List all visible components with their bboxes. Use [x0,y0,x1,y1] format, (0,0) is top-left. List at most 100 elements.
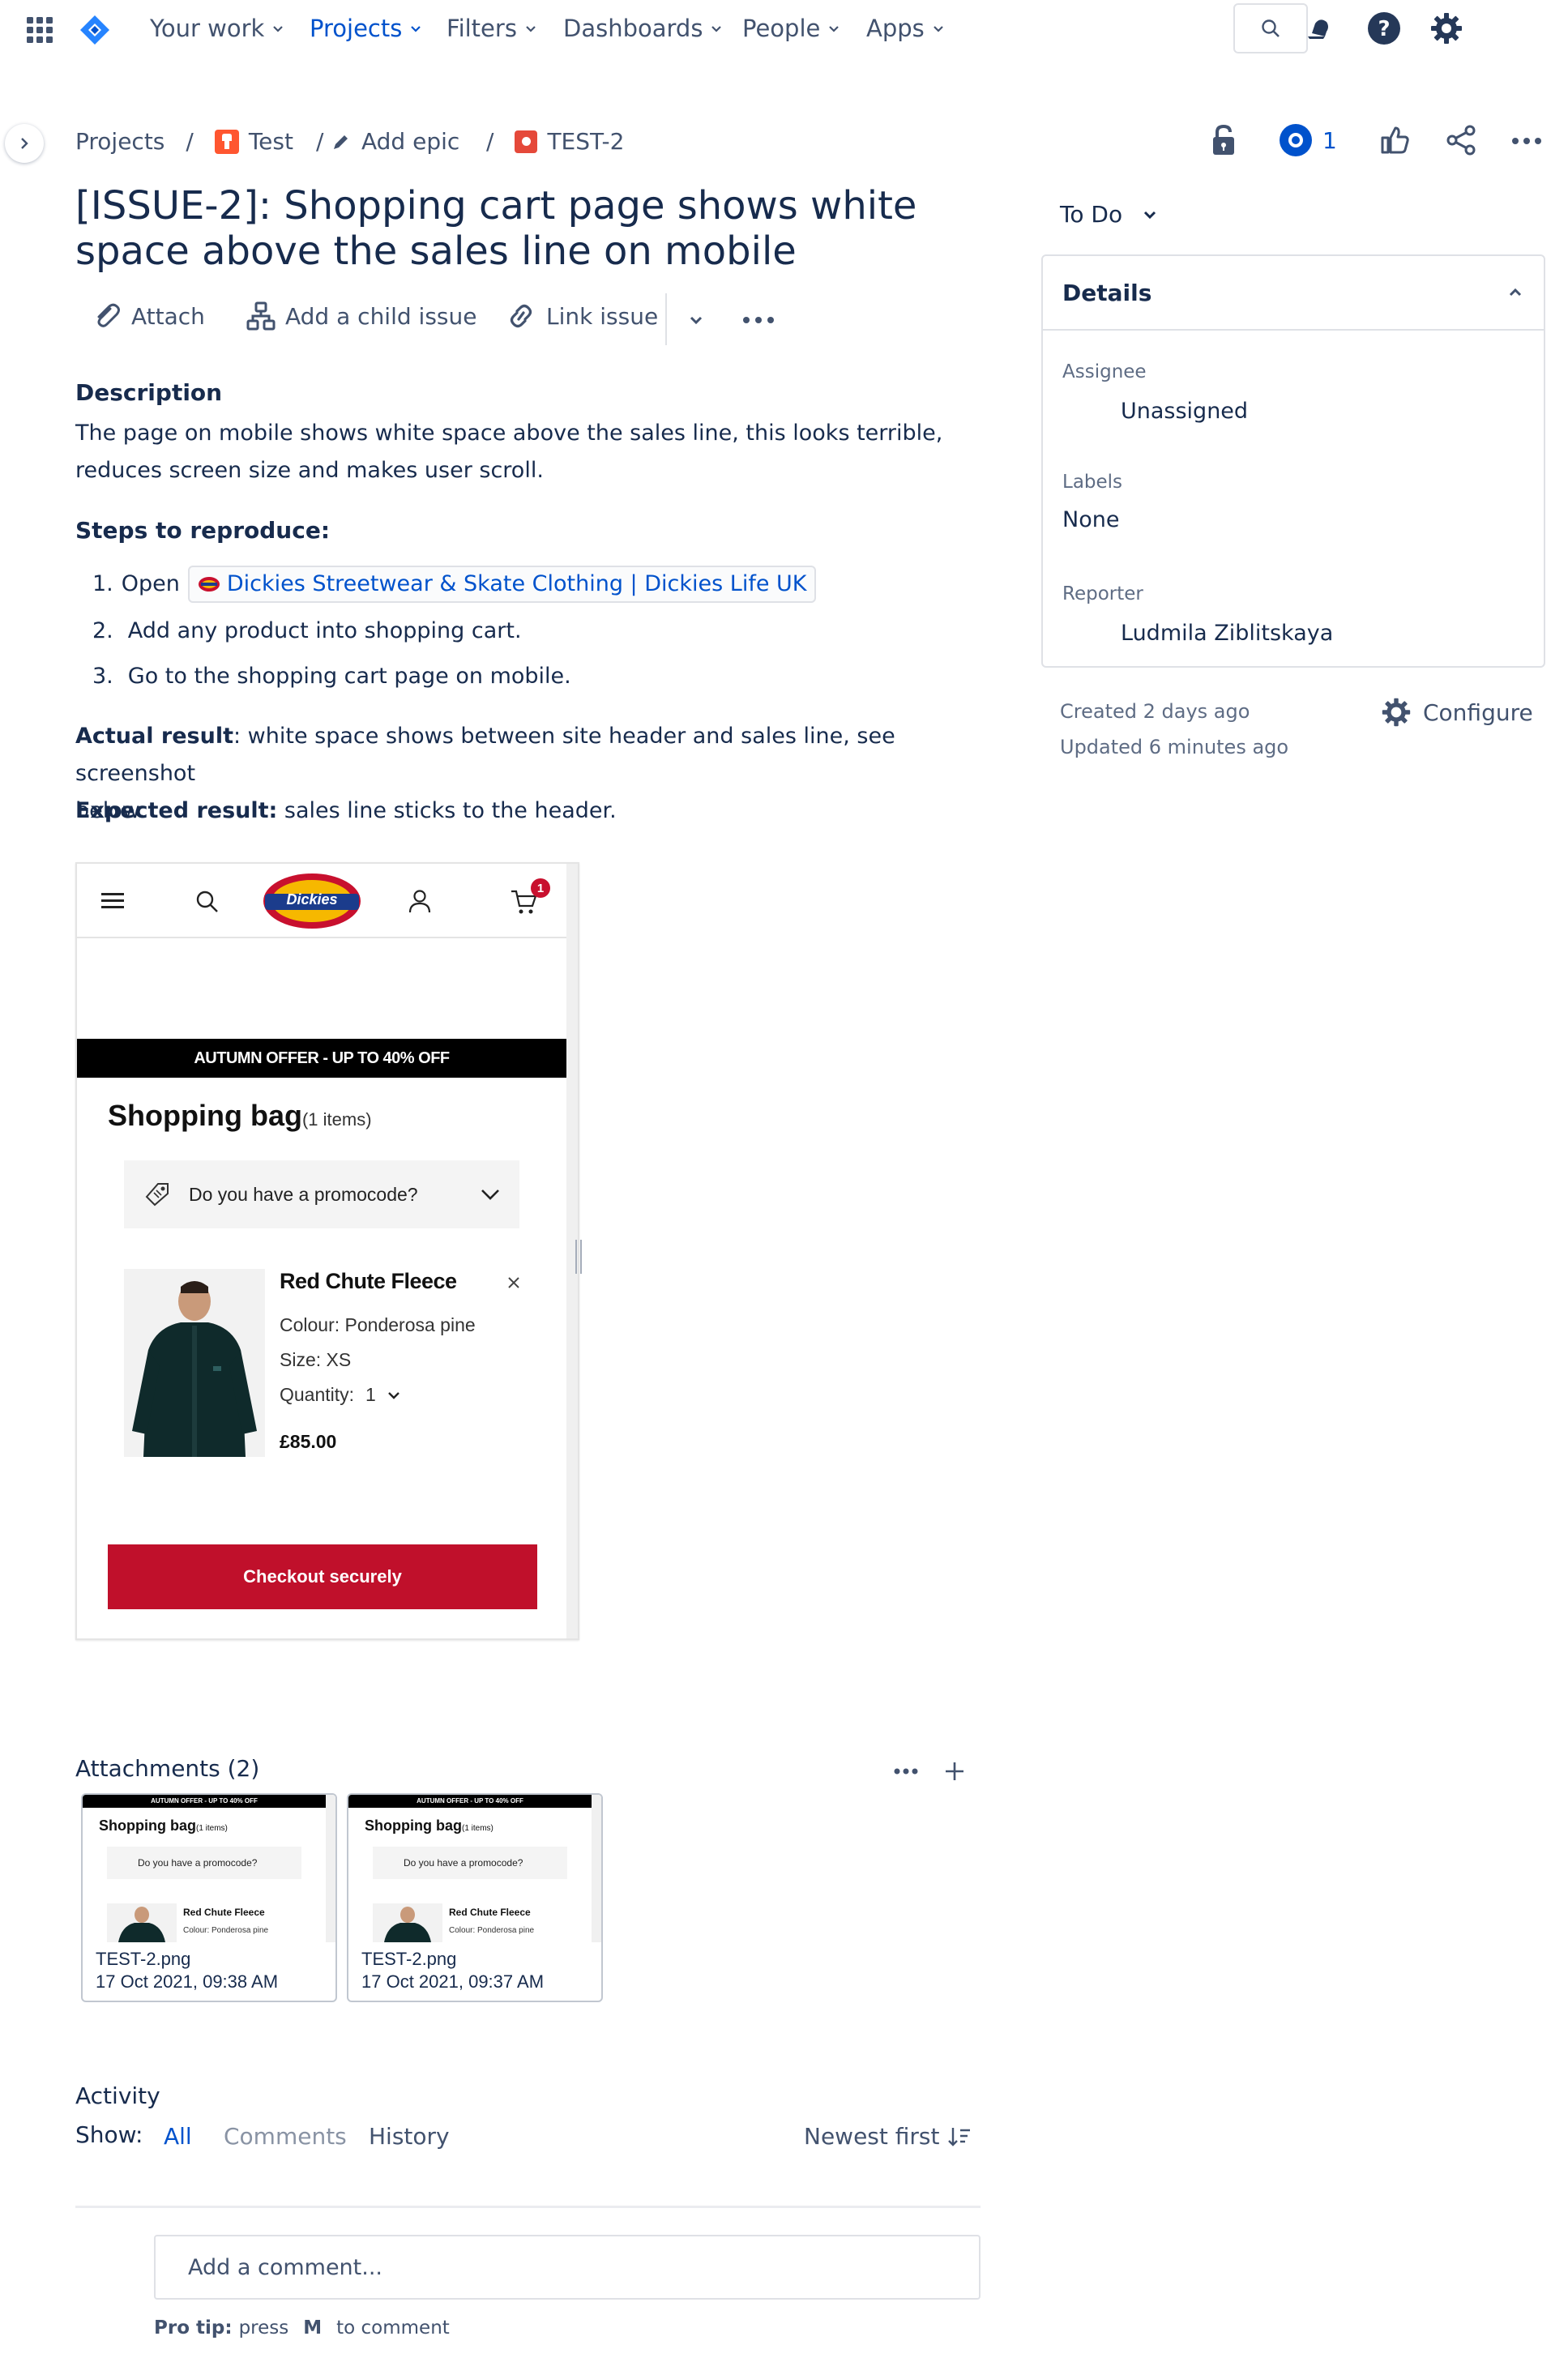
nav-label: Apps [866,15,925,42]
updated-date: Updated 6 minutes ago [1060,736,1289,758]
pro-tip-text: press [238,2317,289,2339]
nav-dashboards[interactable]: Dashboards [563,15,724,42]
breadcrumb-projects[interactable]: Projects [75,128,164,155]
nav-people[interactable]: People [742,15,841,42]
nav-label: People [742,15,821,42]
expected-result: Expected result: sales line sticks to th… [75,792,617,830]
pencil-icon [334,135,348,149]
promocode-text: Do you have a promocode? [189,1183,418,1205]
app-switcher-icon[interactable] [24,15,55,45]
link-issue-label: Link issue [546,302,659,330]
attachment-card[interactable]: AUTUMN OFFER - UP TO 40% OFF Shopping ba… [347,1793,603,2002]
preview-offer: AUTUMN OFFER - UP TO 40% OFF [348,1795,592,1808]
configure-button[interactable]: Configure [1381,697,1533,728]
tab-history[interactable]: History [369,2123,450,2150]
chevron-down-icon [690,316,703,325]
image-resize-handle[interactable] [575,1240,582,1274]
steps-heading: Steps to reproduce: [75,517,331,544]
add-epic-label: Add epic [361,128,460,155]
preview-bag-count: (1 items) [195,1824,228,1833]
preview-promo: Do you have a promocode? [373,1847,567,1879]
status-dropdown[interactable]: To Do [1060,201,1158,228]
attachments-heading: Attachments (2) [75,1755,260,1782]
pro-tip-text: to comment [336,2317,450,2339]
preview-scrollbar [326,1795,335,1942]
breadcrumb-separator: / [186,128,194,155]
account-icon [408,890,431,913]
attach-button[interactable]: Attach [92,301,205,331]
thumbs-up-icon[interactable] [1378,123,1412,157]
jira-logo-icon[interactable] [78,13,112,47]
preview-product-colour: Colour: Ponderosa pine [183,1926,269,1935]
smart-link[interactable]: Dickies Streetwear & Skate Clothing | Di… [187,566,817,603]
attachments-more-icon[interactable] [891,1762,921,1781]
sort-descending-icon [948,2127,971,2146]
breadcrumb-issue[interactable]: / TEST-2 [486,128,624,155]
details-header[interactable]: Details [1043,256,1544,331]
settings-gear-icon[interactable] [1428,10,1465,47]
product-name: Red Chute Fleece [280,1269,457,1293]
preview-scrollbar [592,1795,601,1942]
preview-bag-title-text: Shopping bag [365,1817,462,1834]
expand-sidebar-button[interactable] [5,124,44,163]
pro-tip: Pro tip: press M to comment [154,2317,450,2339]
issue-title[interactable]: [ISSUE-2]: Shopping cart page shows whit… [75,183,967,274]
step-link-text: Dickies Streetwear & Skate Clothing | Di… [226,571,807,596]
step-number: 3. [92,664,113,689]
created-date: Created 2 days ago [1060,700,1250,723]
nav-projects[interactable]: Projects [310,15,423,42]
product-size: Size: XS [280,1349,352,1370]
more-toolbar-icon[interactable] [741,306,776,334]
step-number: 1. [92,571,113,596]
nav-your-work[interactable]: Your work [150,15,285,42]
step-number: 2. [92,618,113,643]
help-icon[interactable]: ? [1365,10,1403,47]
add-child-issue-button[interactable]: Add a child issue [246,301,476,331]
share-icon[interactable] [1444,123,1478,157]
eye-icon [1280,124,1312,156]
bag-heading: Shopping bag (1 items) [108,1099,372,1133]
labels-value[interactable]: None [1062,507,1119,532]
watchers-button[interactable]: 1 [1279,123,1337,157]
add-attachment-icon[interactable] [940,1757,969,1786]
preview-product-name: Red Chute Fleece [449,1907,531,1918]
quantity-label: Quantity: [280,1384,355,1405]
activity-divider [75,2206,981,2208]
chevron-up-icon [1509,288,1522,297]
chevron-down-icon [711,26,722,32]
comment-input[interactable]: Add a comment... [154,2235,981,2300]
tab-all[interactable]: All [164,2123,192,2150]
attach-label: Attach [131,302,205,330]
product-price: £85.00 [280,1431,337,1452]
link-issue-button[interactable]: Link issue [506,301,658,331]
notifications-icon[interactable] [1301,10,1339,47]
status-label: To Do [1060,201,1123,228]
nav-filters[interactable]: Filters [446,15,538,42]
attachment-card[interactable]: AUTUMN OFFER - UP TO 40% OFF Shopping ba… [81,1793,337,2002]
reporter-value[interactable]: Ludmila Ziblitskaya [1121,621,1333,646]
sort-order-button[interactable]: Newest first [804,2123,972,2150]
search-icon [196,891,218,912]
step-2: 2. Add any product into shopping cart. [92,613,522,650]
search-button[interactable] [1233,3,1308,53]
embedded-screenshot[interactable]: Dickies 1 AUTUMN OFFER - UP TO 40% OFF S… [75,862,579,1640]
breadcrumb-project[interactable]: Test [249,128,293,155]
add-epic-button[interactable]: Add epic [331,128,459,155]
assignee-value[interactable]: Unassigned [1121,399,1248,424]
more-actions-icon[interactable] [1510,128,1544,154]
attachment-preview: AUTUMN OFFER - UP TO 40% OFF Shopping ba… [83,1795,335,1942]
dickies-logo: Dickies [262,872,362,930]
lock-icon[interactable] [1207,122,1240,159]
tab-comments[interactable]: Comments [224,2123,347,2150]
nav-apps[interactable]: Apps [866,15,946,42]
chevron-down-icon [273,26,284,32]
description-text[interactable]: The page on mobile shows white space abo… [75,415,975,489]
preview-product-colour: Colour: Ponderosa pine [449,1926,535,1935]
reporter-label: Reporter [1062,583,1143,604]
link-options-dropdown[interactable] [682,306,710,334]
bag-count: (1 items) [301,1109,372,1130]
search-icon [1262,19,1280,37]
preview-bag-count: (1 items) [461,1824,493,1833]
chevron-down-icon [933,26,943,32]
hierarchy-icon [246,301,276,331]
